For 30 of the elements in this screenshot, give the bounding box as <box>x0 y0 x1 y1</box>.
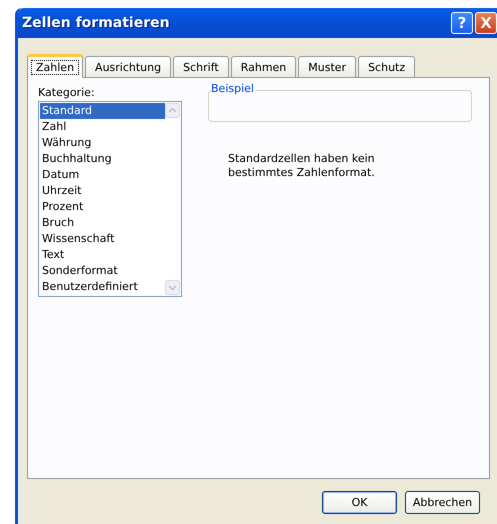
description-text: Standardzellen haben kein bestimmtes Zahlenformat. <box>228 152 376 180</box>
scroll-down-icon[interactable] <box>165 280 180 295</box>
list-item[interactable]: Benutzerdefiniert <box>40 279 165 295</box>
list-item[interactable]: Währung <box>40 135 165 151</box>
list-item[interactable]: Datum <box>40 167 165 183</box>
window-title: Zellen formatieren <box>22 15 170 31</box>
tab[interactable]: Schutz <box>358 56 416 77</box>
ok-button[interactable]: OK <box>322 491 397 514</box>
group-legend: Beispiel <box>211 82 256 95</box>
list-item[interactable]: Standard <box>40 103 165 119</box>
close-button[interactable]: X <box>475 12 497 34</box>
tab[interactable]: Rahmen <box>230 56 296 77</box>
help-button[interactable]: ? <box>451 12 473 34</box>
tab[interactable]: Ausrichtung <box>85 56 172 77</box>
list-item[interactable]: Zahl <box>40 119 165 135</box>
scroll-up-icon[interactable] <box>165 103 180 118</box>
list-item[interactable]: Uhrzeit <box>40 183 165 199</box>
tab[interactable]: Muster <box>298 56 356 77</box>
list-item[interactable]: Wissenschaft <box>40 231 165 247</box>
tab[interactable]: Schrift <box>173 56 229 77</box>
list-item[interactable]: Sonderformat <box>40 263 165 279</box>
list-item[interactable]: Prozent <box>40 199 165 215</box>
category-list[interactable]: Standard Zahl Währung Buchhaltung Datum Uhrzeit Prozent Bruch Wissenschaft Text Sonderformat Benutzerdefiniert <box>38 101 182 297</box>
category-label: Kategorie: <box>38 86 96 99</box>
cancel-button[interactable]: Abbrechen <box>405 491 480 514</box>
list-item[interactable]: Text <box>40 247 165 263</box>
list-item[interactable]: Buchhaltung <box>40 151 165 167</box>
scrollbar[interactable] <box>165 103 180 295</box>
tab[interactable]: Zahlen <box>27 54 84 78</box>
list-item[interactable]: Bruch <box>40 215 165 231</box>
